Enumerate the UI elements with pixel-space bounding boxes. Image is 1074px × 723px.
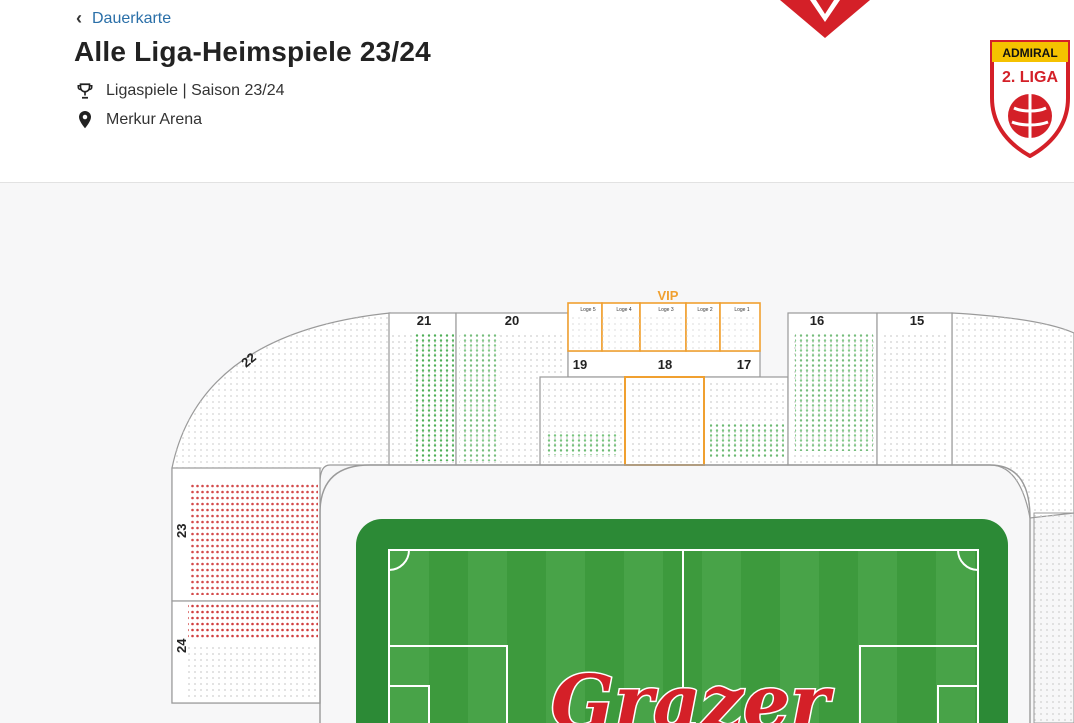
sector-label-18: 18 [658,357,672,372]
stadium-map[interactable]: 23 24 22 VIP Loge 5 Loge 4 Loge 3 Loge 2… [0,183,1074,723]
stadium-svg[interactable]: 23 24 22 VIP Loge 5 Loge 4 Loge 3 Loge 2… [0,183,1074,723]
loge-2-label: Loge 2 [697,307,713,313]
location-pin-icon [79,111,91,129]
trophy-icon [77,83,93,99]
page-title: Alle Liga-Heimspiele 23/24 [74,36,431,67]
loge-5-label: Loge 5 [580,307,596,313]
vip-loges: Loge 5 Loge 4 Loge 3 Loge 2 Loge 1 [567,302,761,352]
sector-label-23: 23 [174,524,189,538]
back-link[interactable]: ‹ Dauerkarte [76,8,171,29]
sector-label-15: 15 [910,313,924,328]
loge-3-label: Loge 3 [658,307,674,313]
league-logo: ADMIRAL 2. LIGA [990,40,1070,158]
sector-label-19: 19 [573,357,587,372]
loge-1-label: Loge 1 [734,307,750,313]
page-header: ‹ Dauerkarte Alle Liga-Heimspiele 23/24 … [0,0,1074,183]
league-logo-name: 2. LIGA [1002,69,1058,86]
chevron-left-icon: ‹ [76,8,82,28]
sector-label-21: 21 [417,313,431,328]
sector-13[interactable] [1033,512,1074,723]
league-logo-brand: ADMIRAL [1002,46,1057,60]
venue-row: Merkur Arena [76,110,202,130]
club-crest-icon [780,0,870,38]
vip-label: VIP [658,288,679,303]
sector-label-16: 16 [810,313,824,328]
sector-label-17: 17 [737,357,751,372]
back-link-label: Dauerkarte [92,9,172,27]
loge-4-label: Loge 4 [616,307,632,313]
pitch-logo-text: Grazer [551,660,834,723]
sector-label-24: 24 [174,638,189,653]
sector-label-20: 20 [505,313,519,328]
competition-text: Ligaspiele | Saison 23/24 [106,82,285,99]
venue-text: Merkur Arena [106,111,203,128]
competition-row: Ligaspiele | Saison 23/24 [76,82,285,100]
